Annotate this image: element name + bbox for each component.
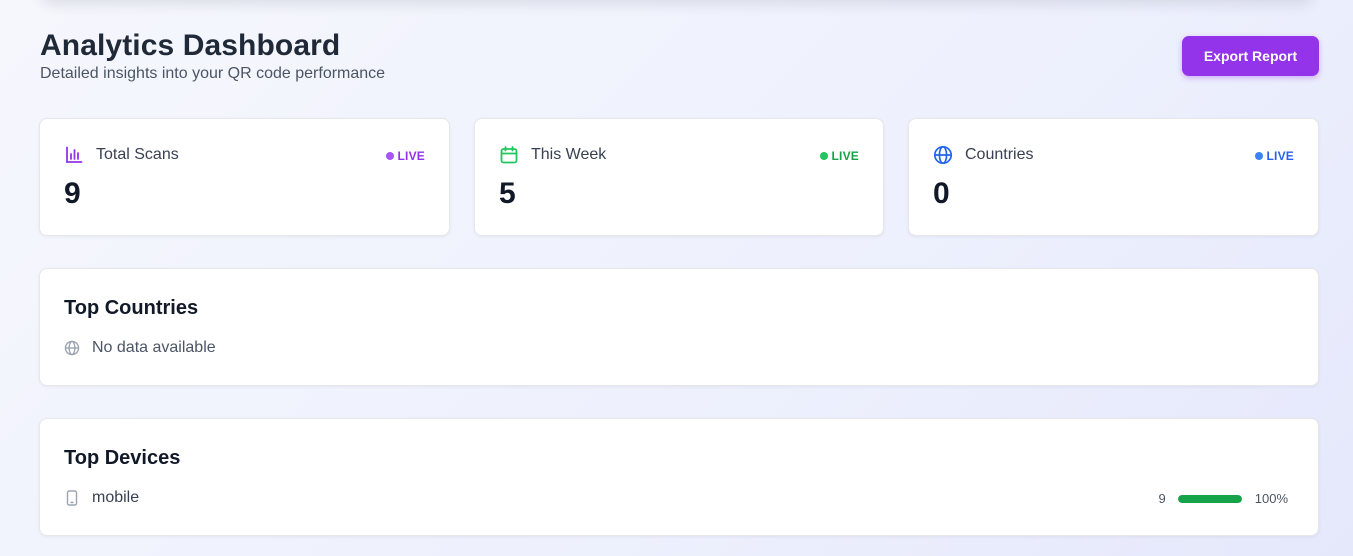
- live-label: LIVE: [831, 149, 859, 163]
- live-dot-icon: [385, 152, 394, 160]
- device-name: mobile: [92, 489, 140, 506]
- top-countries-card: Top Countries No data available: [39, 268, 1319, 386]
- stat-label: This Week: [531, 146, 607, 163]
- stat-card-header: This Week: [499, 145, 606, 165]
- stat-card-header: Total Scans: [64, 145, 179, 165]
- stat-card-this-week: This Week LIVE 5: [474, 118, 884, 236]
- section-title: Top Devices: [64, 447, 181, 469]
- page-subtitle: Detailed insights into your QR code perf…: [40, 65, 386, 82]
- live-badge: LIVE: [1254, 149, 1294, 163]
- bar-chart-icon: [64, 145, 84, 165]
- empty-state-text: No data available: [92, 339, 216, 356]
- device-count: 9: [1158, 491, 1166, 506]
- device-percent: 100%: [1254, 491, 1288, 506]
- stat-value: 9: [64, 177, 81, 210]
- empty-state: No data available: [64, 339, 216, 357]
- top-devices-card: Top Devices mobile 9 100%: [39, 418, 1319, 536]
- device-stats: 9 100%: [1159, 491, 1288, 506]
- device-row: mobile: [64, 489, 139, 507]
- globe-icon: [933, 145, 953, 165]
- device-share-bar: [1177, 494, 1242, 503]
- globe-icon: [64, 340, 80, 356]
- stat-label: Total Scans: [96, 146, 179, 163]
- stat-card-countries: Countries LIVE 0: [908, 118, 1319, 236]
- export-report-button[interactable]: Export Report: [1182, 36, 1319, 76]
- page-header: Analytics Dashboard Detailed insights in…: [40, 28, 1319, 88]
- live-label: LIVE: [1266, 149, 1294, 163]
- live-badge: LIVE: [819, 149, 859, 163]
- section-title: Top Countries: [64, 297, 199, 319]
- live-badge: LIVE: [385, 149, 425, 163]
- stat-card-total-scans: Total Scans LIVE 9: [39, 118, 450, 236]
- stat-card-header: Countries: [933, 145, 1033, 165]
- device-share-bar-fill: [1177, 494, 1242, 503]
- page-title: Analytics Dashboard: [40, 29, 341, 62]
- calendar-icon: [499, 145, 519, 165]
- live-dot-icon: [1254, 152, 1263, 160]
- smartphone-icon: [64, 490, 80, 506]
- stat-label: Countries: [965, 146, 1034, 163]
- live-dot-icon: [819, 152, 828, 160]
- stat-value: 5: [499, 177, 516, 210]
- live-label: LIVE: [397, 149, 425, 163]
- stat-value: 0: [933, 177, 950, 210]
